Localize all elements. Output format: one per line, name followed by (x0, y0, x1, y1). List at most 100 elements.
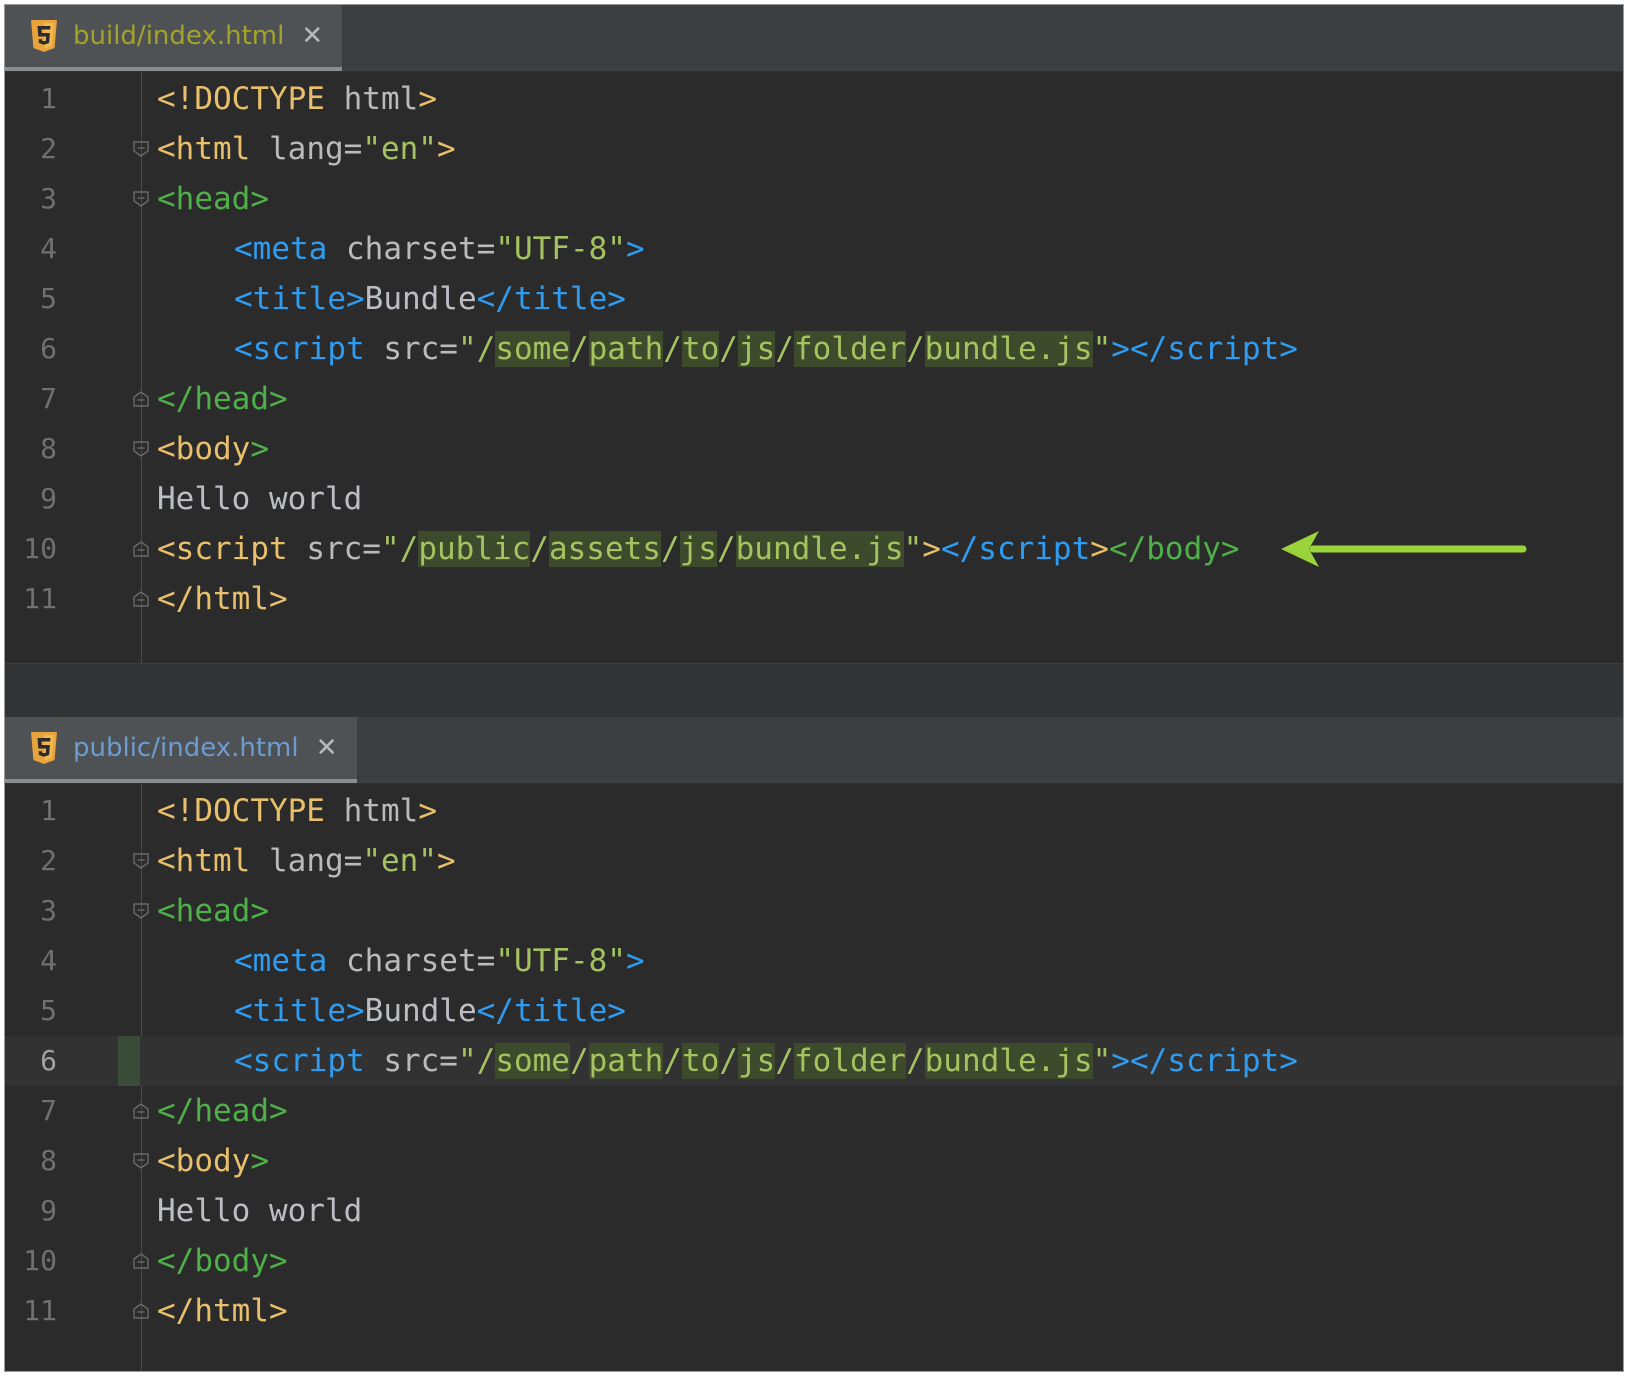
line-code: <script src="/some/path/to/js/folder/bun… (234, 1036, 1298, 1086)
token: "UTF-8" (495, 943, 626, 979)
path-segment: bundle.js (924, 1043, 1093, 1079)
token: <head (157, 893, 251, 929)
token: "/ (457, 331, 496, 367)
line-number: 2 (40, 844, 57, 877)
line-number: 5 (40, 282, 57, 315)
code-line[interactable]: 4 <meta charset="UTF-8"> (5, 224, 1623, 274)
code-line[interactable]: 5 <title>Bundle</title> (5, 986, 1623, 1036)
code-line[interactable]: 3 <head> (5, 174, 1623, 224)
code-editor[interactable]: 1 <!DOCTYPE html> 2 <html lang="en"> 3 <… (5, 784, 1623, 1371)
token: </head (157, 1093, 269, 1129)
line-code: <title>Bundle</title> (234, 986, 626, 1036)
line-code: </body> (157, 1236, 288, 1286)
token: > (345, 281, 365, 317)
line-code: <script src="/some/path/to/js/folder/bun… (234, 324, 1298, 374)
token: <script (157, 531, 288, 567)
path-segment: to (681, 1043, 720, 1079)
token: </script (1129, 331, 1280, 367)
code-line[interactable]: 1 <!DOCTYPE html> (5, 786, 1623, 836)
code-line[interactable]: 7 </head> (5, 374, 1623, 424)
path-segment: some (495, 331, 570, 367)
fold-marker-icon[interactable] (132, 902, 150, 920)
token: lang= (250, 131, 363, 167)
line-number: 1 (40, 82, 57, 115)
path-segment: folder (793, 1043, 906, 1079)
token: / (716, 531, 736, 567)
token: html (324, 793, 419, 829)
fold-marker-icon[interactable] (132, 140, 150, 158)
close-icon[interactable]: ✕ (300, 21, 324, 51)
token: </html (157, 581, 269, 617)
code-line[interactable]: 10 </body> (5, 1236, 1623, 1286)
token: > (418, 81, 437, 117)
tab-public-index-html[interactable]: public/index.html ✕ (5, 717, 357, 783)
tab-label: build/index.html (73, 21, 285, 51)
path-segment: bundle.js (924, 331, 1093, 367)
fold-marker-icon[interactable] (132, 540, 150, 558)
fold-marker-icon[interactable] (132, 590, 150, 608)
token: src= (364, 331, 458, 367)
code-editor[interactable]: 1 <!DOCTYPE html> 2 <html lang="en"> 3 <… (5, 72, 1623, 663)
token: > (1279, 331, 1298, 367)
token: > (1111, 1043, 1130, 1079)
line-number: 11 (23, 582, 57, 615)
line-code: <title>Bundle</title> (234, 274, 626, 324)
code-line[interactable]: 5 <title>Bundle</title> (5, 274, 1623, 324)
token: Bundle (364, 281, 477, 317)
code-line[interactable]: 11 </html> (5, 574, 1623, 624)
line-code: <meta charset="UTF-8"> (234, 936, 645, 986)
fold-marker-icon[interactable] (132, 1252, 150, 1270)
token: / (905, 331, 925, 367)
token: <head (157, 181, 251, 217)
code-line[interactable]: 7 </head> (5, 1086, 1623, 1136)
line-code: Hello world (157, 1186, 362, 1236)
close-icon[interactable]: ✕ (315, 733, 339, 763)
code-line[interactable]: 1 <!DOCTYPE html> (5, 74, 1623, 124)
editor-pane-build: build/index.html ✕ 1 <!DOCTYPE html> 2 <… (5, 5, 1623, 663)
html5-icon (31, 732, 57, 764)
line-number: 6 (40, 332, 57, 365)
tab-bar: build/index.html ✕ (5, 5, 1623, 72)
fold-marker-icon[interactable] (132, 190, 150, 208)
pane-splitter[interactable] (5, 663, 1623, 718)
token: " (1092, 1043, 1112, 1079)
line-number: 5 (40, 994, 57, 1027)
token: > (418, 793, 437, 829)
fold-marker-icon[interactable] (132, 1152, 150, 1170)
fold-marker-icon[interactable] (132, 852, 150, 870)
token: <title (234, 993, 346, 1029)
tab-build-index-html[interactable]: build/index.html ✕ (5, 5, 343, 71)
line-code: <!DOCTYPE html> (157, 786, 437, 836)
fold-marker-icon[interactable] (132, 1102, 150, 1120)
code-line[interactable]: 8 <body> (5, 1136, 1623, 1186)
tab-label: public/index.html (73, 733, 299, 763)
fold-marker-icon[interactable] (132, 390, 150, 408)
token: / (663, 331, 682, 367)
line-code: <script src="/public/assets/js/bundle.js… (157, 524, 1240, 574)
line-number: 6 (40, 1044, 57, 1077)
editor-pane-public: public/index.html ✕ 1 <!DOCTYPE html> 2 … (5, 717, 1623, 1371)
line-number: 3 (40, 894, 57, 927)
code-line[interactable]: 11 </html> (5, 1286, 1623, 1336)
fold-marker-icon[interactable] (132, 440, 150, 458)
code-line[interactable]: 6 <script src="/some/path/to/js/folder/b… (5, 324, 1623, 374)
fold-marker-icon[interactable] (132, 1302, 150, 1320)
token: Hello world (157, 1193, 363, 1229)
token: "en" (362, 843, 437, 879)
token: > (922, 531, 941, 567)
token: "UTF-8" (495, 231, 626, 267)
code-line[interactable]: 2 <html lang="en"> (5, 836, 1623, 886)
code-line[interactable]: 9 Hello world (5, 474, 1623, 524)
code-line[interactable]: 3 <head> (5, 886, 1623, 936)
code-line[interactable]: 4 <meta charset="UTF-8"> (5, 936, 1623, 986)
code-line-current[interactable]: 6 <script src="/some/path/to/js/folder/b… (5, 1036, 1623, 1086)
token: </script (940, 531, 1091, 567)
code-line[interactable]: 9 Hello world (5, 1186, 1623, 1236)
line-number: 4 (40, 232, 57, 265)
line-number: 10 (23, 532, 57, 565)
code-line[interactable]: 2 <html lang="en"> (5, 124, 1623, 174)
token: > (250, 181, 269, 217)
token: </body (1108, 531, 1221, 567)
code-line[interactable]: 8 <body> (5, 424, 1623, 474)
token: html (324, 81, 419, 117)
